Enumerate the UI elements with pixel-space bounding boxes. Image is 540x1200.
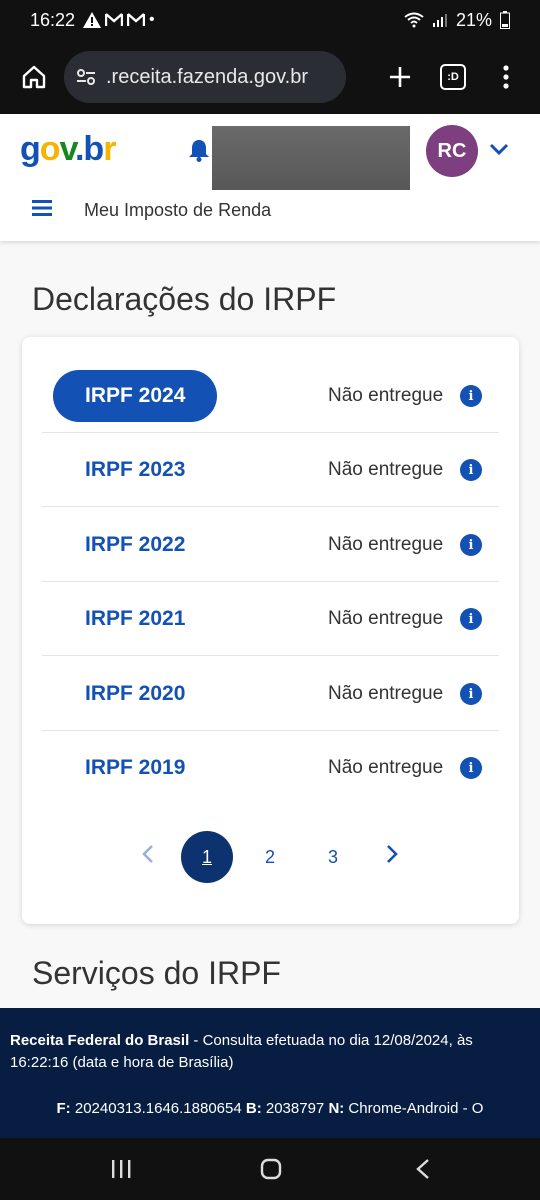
gmail-icon	[105, 13, 124, 26]
avatar[interactable]: RC	[426, 125, 478, 177]
divider	[42, 506, 499, 507]
declaration-status: Não entregue	[328, 385, 444, 406]
declaration-row: IRPF 2020 Não entregue i	[42, 657, 499, 731]
declaration-status: Não entregue	[328, 683, 444, 704]
page-2-button[interactable]: 2	[244, 831, 296, 883]
info-icon[interactable]: i	[460, 683, 482, 705]
chevron-right-icon[interactable]	[384, 843, 400, 865]
browser-toolbar: .receita.fazenda.gov.br :D	[0, 40, 540, 114]
site-settings-icon[interactable]	[76, 68, 96, 86]
dot-icon: •	[149, 11, 155, 28]
url-text: .receita.fazenda.gov.br	[106, 65, 308, 88]
footer-n-value: Chrome-Android - O	[344, 1100, 484, 1117]
site-title: Meu Imposto de Renda	[84, 200, 272, 220]
recent-apps-icon[interactable]	[110, 1158, 132, 1180]
battery-percent: 21%	[455, 9, 492, 30]
hamburger-menu-icon[interactable]	[30, 198, 54, 218]
site-header: gov.br RC Meu Imposto de Renda	[0, 114, 540, 241]
url-bar[interactable]: .receita.fazenda.gov.br	[64, 51, 346, 103]
declaration-status: Não entregue	[328, 459, 444, 480]
info-icon[interactable]: i	[460, 385, 482, 407]
year-button[interactable]: IRPF 2024	[53, 370, 218, 422]
back-icon[interactable]	[414, 1158, 432, 1180]
footer-b-label: B:	[245, 1100, 262, 1117]
year-button[interactable]: IRPF 2020	[53, 668, 217, 720]
home-nav-icon[interactable]	[260, 1158, 282, 1180]
year-button[interactable]: IRPF 2019	[53, 742, 217, 794]
declaration-row: IRPF 2019 Não entregue i	[42, 731, 499, 805]
pagination: 1 2 3	[22, 831, 519, 883]
year-button[interactable]: IRPF 2021	[53, 593, 217, 645]
year-button[interactable]: IRPF 2023	[53, 444, 217, 496]
status-time: 16:22	[30, 9, 76, 30]
year-button[interactable]: IRPF 2022	[53, 519, 217, 571]
new-tab-button[interactable]	[378, 55, 422, 99]
footer-build-info: F: 20240313.1646.1880654 B: 2038797 N: C…	[10, 1098, 530, 1120]
info-icon[interactable]: i	[460, 608, 482, 630]
notification-bell-icon[interactable]	[188, 138, 210, 162]
info-icon[interactable]: i	[460, 459, 482, 481]
footer-f-label: F:	[56, 1100, 71, 1117]
notification-icons: •	[83, 11, 155, 29]
footer-b-value: 2038797	[261, 1100, 329, 1117]
signal-icon	[432, 14, 447, 27]
footer: Receita Federal do Brasil - Consulta efe…	[0, 1008, 540, 1138]
warning-icon	[83, 12, 102, 28]
govbr-logo[interactable]: gov.br	[20, 130, 116, 169]
divider	[42, 655, 499, 656]
footer-n-label: N:	[328, 1100, 345, 1117]
declaration-row: IRPF 2023 Não entregue i	[42, 433, 499, 507]
page-1-button[interactable]: 1	[181, 831, 233, 883]
info-icon[interactable]: i	[460, 534, 482, 556]
more-vert-icon	[503, 65, 509, 89]
chevron-down-icon[interactable]	[488, 142, 510, 156]
footer-f-value: 20240313.1646.1880654	[70, 1100, 246, 1117]
page-3-button[interactable]: 3	[307, 831, 359, 883]
android-nav-bar	[0, 1138, 540, 1200]
status-bar: 16:22 • 21%	[0, 0, 540, 40]
declaration-row: IRPF 2021 Não entregue i	[42, 582, 499, 656]
tab-switcher-button[interactable]: :D	[440, 64, 466, 90]
redacted-user-name	[212, 126, 410, 190]
declaration-row: IRPF 2024 Não entregue i	[42, 359, 499, 433]
declarations-card: IRPF 2024 Não entregue i IRPF 2023 Não e…	[22, 337, 519, 924]
declaration-status: Não entregue	[328, 534, 444, 555]
declaration-status: Não entregue	[328, 757, 444, 778]
info-icon[interactable]: i	[460, 757, 482, 779]
services-title: Serviços do IRPF	[32, 955, 281, 991]
chevron-left-icon[interactable]	[140, 843, 156, 865]
plus-icon	[390, 67, 410, 87]
declaration-status: Não entregue	[328, 608, 444, 629]
gmail-icon	[127, 13, 146, 26]
battery-icon	[500, 11, 510, 29]
footer-org: Receita Federal do Brasil	[10, 1032, 190, 1049]
home-button[interactable]	[12, 55, 56, 99]
browser-menu-button[interactable]	[484, 55, 528, 99]
footer-consult-info: Receita Federal do Brasil - Consulta efe…	[10, 1030, 530, 1074]
declaration-row: IRPF 2022 Não entregue i	[42, 508, 499, 582]
home-icon	[22, 65, 46, 89]
wifi-icon	[404, 12, 424, 28]
declarations-title: Declarações do IRPF	[32, 281, 337, 317]
